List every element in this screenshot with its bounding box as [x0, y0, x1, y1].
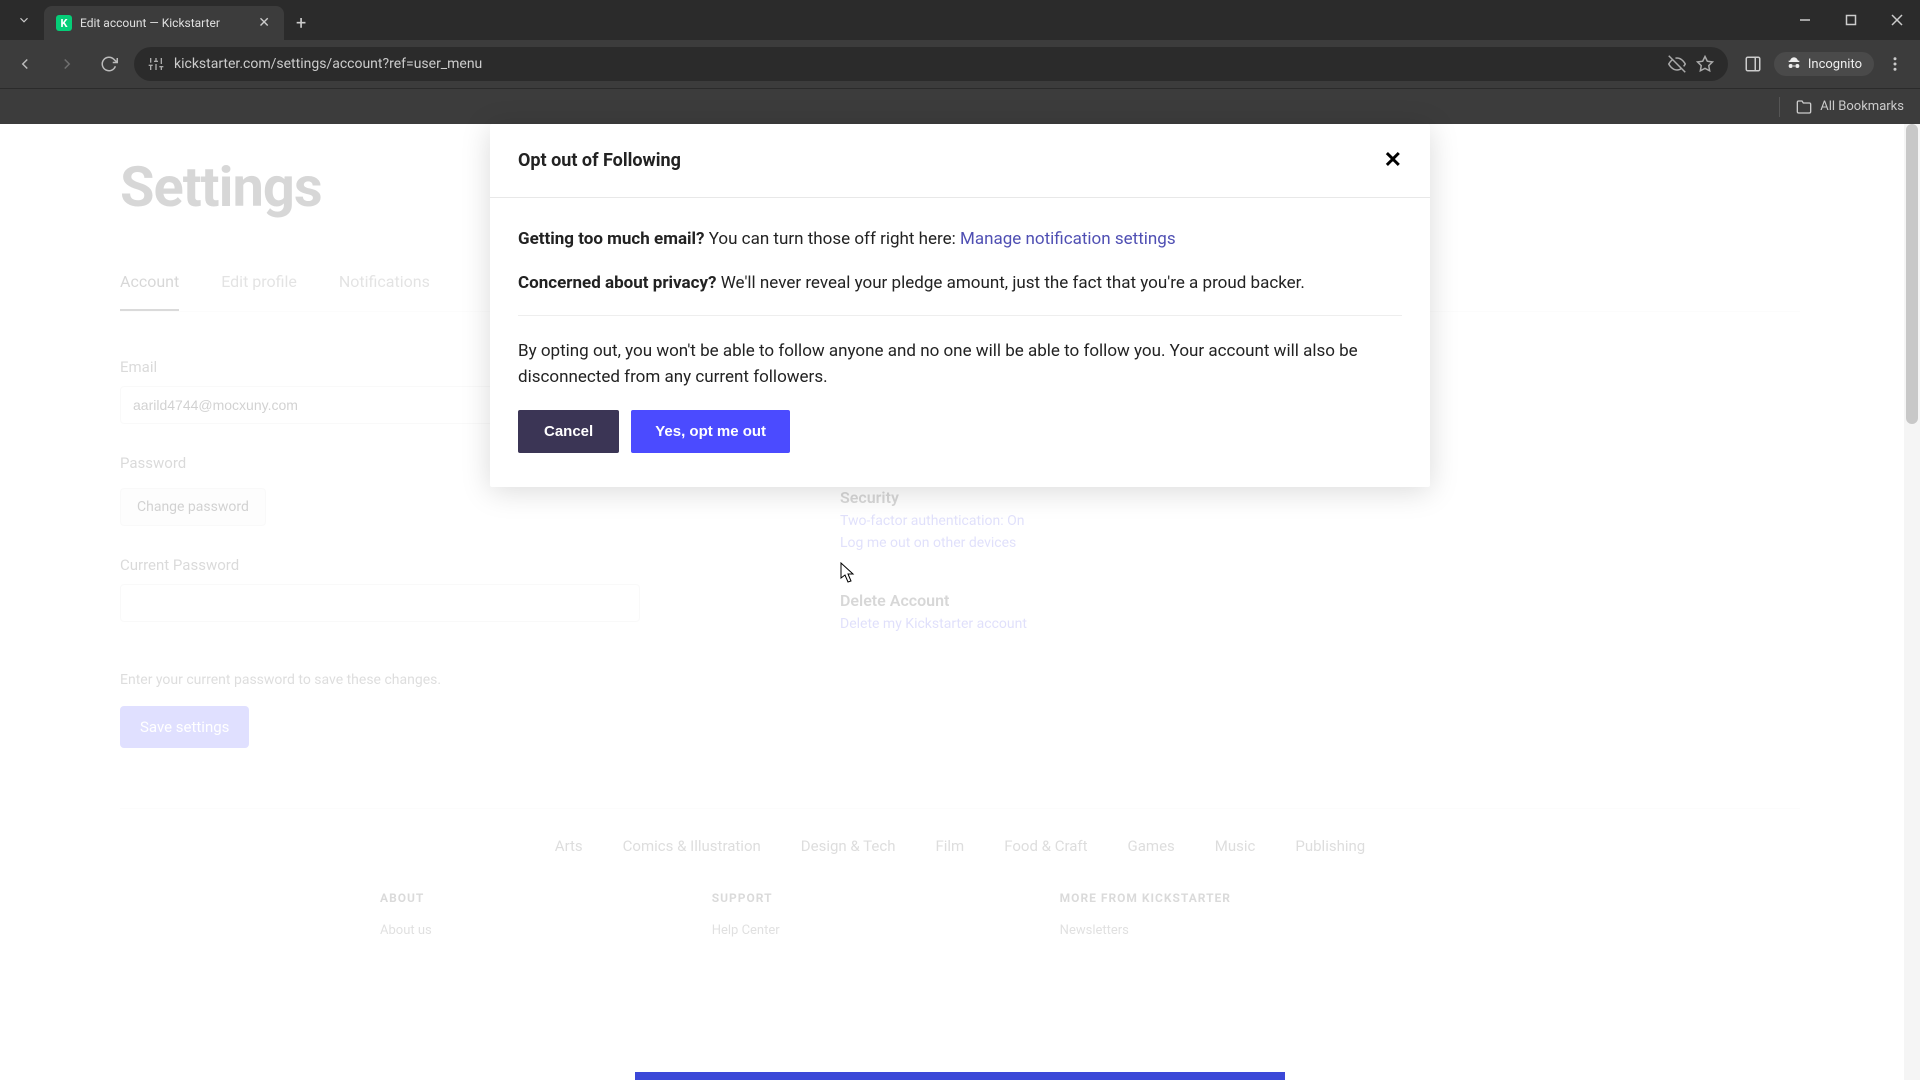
site-settings-icon[interactable] [148, 56, 164, 72]
url-input[interactable]: kickstarter.com/settings/account?ref=use… [134, 47, 1728, 81]
incognito-icon [1786, 56, 1802, 72]
modal-paragraph-optout: By opting out, you won't be able to foll… [518, 338, 1402, 391]
chrome-menu-icon[interactable] [1878, 47, 1912, 81]
url-text: kickstarter.com/settings/account?ref=use… [174, 56, 1658, 72]
page-viewport: Settings Account Edit profile Notificati… [0, 124, 1920, 1080]
close-window-button[interactable] [1874, 0, 1920, 40]
bottom-banner[interactable] [635, 1072, 1285, 1080]
forward-button[interactable] [50, 47, 84, 81]
reload-button[interactable] [92, 47, 126, 81]
incognito-label: Incognito [1808, 57, 1862, 72]
cancel-button[interactable]: Cancel [518, 410, 619, 453]
opt-out-modal: Opt out of Following ✕ Getting too much … [490, 124, 1430, 487]
tab-close-icon[interactable]: ✕ [256, 13, 272, 33]
eye-off-icon[interactable] [1668, 55, 1686, 73]
all-bookmarks-button[interactable]: All Bookmarks [1820, 99, 1904, 114]
kickstarter-favicon: K [56, 15, 72, 31]
new-tab-button[interactable]: + [284, 6, 318, 40]
modal-title: Opt out of Following [518, 150, 681, 171]
tab-search-button[interactable] [8, 4, 40, 36]
scrollbar-thumb[interactable] [1906, 124, 1918, 424]
modal-paragraph-privacy: Concerned about privacy? We'll never rev… [518, 270, 1402, 296]
tab-bar: K Edit account — Kickstarter ✕ + [0, 0, 1920, 40]
browser-chrome: K Edit account — Kickstarter ✕ + kicksta… [0, 0, 1920, 124]
tab-title: Edit account — Kickstarter [80, 16, 248, 30]
manage-notifications-link[interactable]: Manage notification settings [960, 229, 1176, 249]
address-bar: kickstarter.com/settings/account?ref=use… [0, 40, 1920, 88]
folder-icon [1796, 99, 1812, 115]
bookmark-star-icon[interactable] [1696, 55, 1714, 73]
back-button[interactable] [8, 47, 42, 81]
bookmarks-bar: All Bookmarks [0, 88, 1920, 124]
vertical-scrollbar[interactable] [1904, 124, 1920, 1080]
opt-out-confirm-button[interactable]: Yes, opt me out [631, 410, 790, 453]
minimize-button[interactable] [1782, 0, 1828, 40]
window-controls [1782, 0, 1920, 40]
modal-close-button[interactable]: ✕ [1384, 148, 1402, 173]
modal-divider [518, 315, 1402, 316]
side-panel-icon[interactable] [1736, 47, 1770, 81]
browser-tab[interactable]: K Edit account — Kickstarter ✕ [44, 6, 284, 40]
modal-paragraph-email: Getting too much email? You can turn tho… [518, 226, 1402, 252]
maximize-button[interactable] [1828, 0, 1874, 40]
incognito-indicator[interactable]: Incognito [1774, 52, 1874, 76]
